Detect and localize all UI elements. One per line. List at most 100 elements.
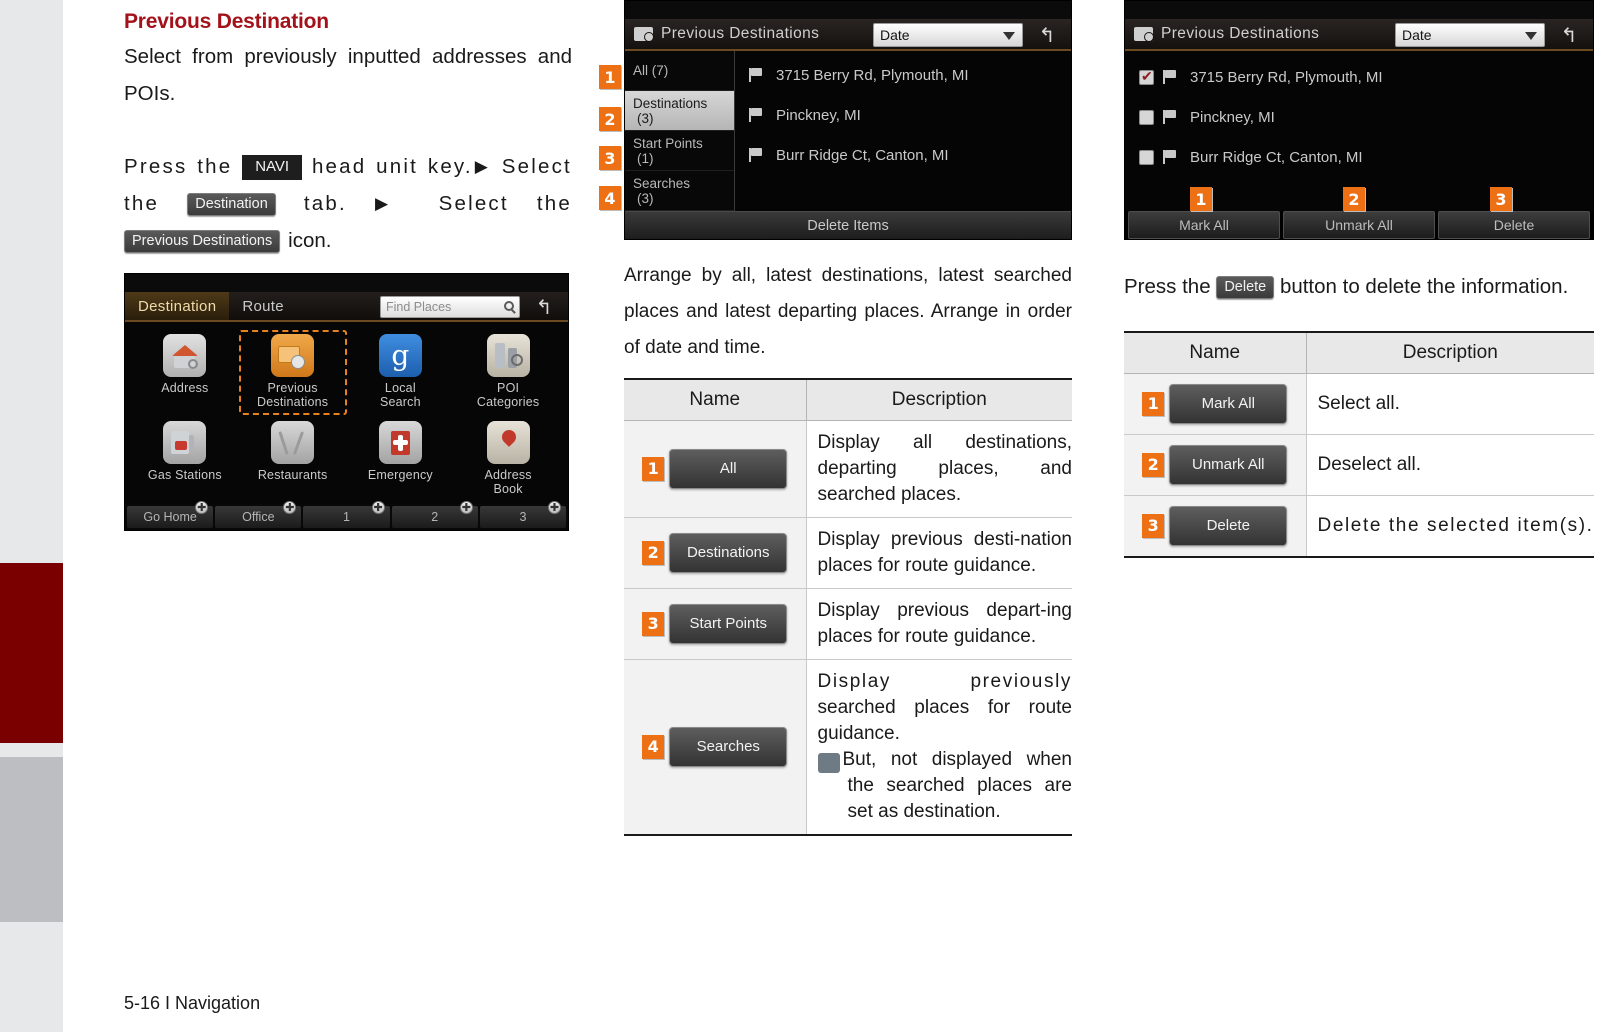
table-header-name: Name: [1124, 332, 1307, 374]
grid-item-poi-categories[interactable]: POI Categories: [454, 330, 562, 415]
right-spec-table: Name Description 1 Mark All Select all. …: [1124, 331, 1594, 558]
mark-all-label: Mark All: [1179, 217, 1229, 233]
shortcut-2[interactable]: 2 ✚: [391, 501, 478, 528]
all-button-chip[interactable]: All: [669, 449, 788, 489]
shortcut-1[interactable]: 1 ✚: [303, 501, 390, 528]
find-places-input[interactable]: Find Places: [380, 296, 520, 318]
house-icon: [163, 334, 207, 377]
grid-item-emergency[interactable]: Emergency: [347, 417, 455, 502]
list-item[interactable]: 3715 Berry Rd, Plymouth, MI: [735, 55, 1071, 95]
left-column: Previous Destination Select from previou…: [124, 0, 572, 531]
category-all-line1: All (7): [633, 63, 669, 78]
destinations-button-chip[interactable]: Destinations: [669, 533, 788, 573]
grid-item-gas-stations[interactable]: Gas Stations: [131, 417, 239, 502]
google-g-icon: g: [378, 334, 422, 377]
mark-all-button[interactable]: Mark All: [1128, 211, 1280, 239]
table-header-name: Name: [624, 379, 807, 421]
right-paragraph-post: button to delete the information.: [1279, 275, 1569, 298]
table-cell-description: Deselect all.: [1306, 434, 1594, 496]
unmark-all-button-chip[interactable]: Unmark All: [1169, 445, 1288, 485]
shortcut-3[interactable]: 3 ✚: [479, 501, 567, 528]
plus-icon-5[interactable]: ✚: [548, 501, 562, 514]
destination-screen-screenshot[interactable]: Destination Route Find Places ↰ Address: [124, 273, 569, 531]
delete-action-bar: Mark All Unmark All Delete: [1125, 211, 1593, 239]
plus-icon-2[interactable]: ✚: [283, 501, 297, 514]
grid-item-previous-destinations[interactable]: Previous Destinations: [238, 330, 347, 415]
checkbox-unchecked[interactable]: [1139, 149, 1154, 165]
delete-items-button[interactable]: Delete Items: [625, 211, 1071, 239]
start-points-button-chip[interactable]: Start Points: [669, 604, 788, 644]
flag-icon: [749, 148, 763, 162]
shortcut-label-1: 1: [343, 510, 350, 524]
mid-spec-table: Name Description 1 All Display all desti…: [624, 378, 1072, 836]
back-icon-right[interactable]: ↰: [1549, 22, 1589, 48]
grid-item-local-search[interactable]: g Local Search: [347, 330, 455, 415]
checkbox-unchecked[interactable]: [1139, 109, 1154, 125]
table-header-row: Name Description: [1124, 332, 1594, 374]
list-item[interactable]: Pinckney, MI: [735, 95, 1071, 135]
mark-all-button-chip[interactable]: Mark All: [1169, 384, 1288, 424]
grid-label-address: Address: [161, 381, 209, 395]
tab-band-gray[interactable]: [0, 757, 63, 922]
category-destinations[interactable]: Destinations (3): [625, 91, 734, 131]
back-icon-mid[interactable]: ↰: [1027, 22, 1067, 48]
arrow-icon-2: ▶: [374, 194, 411, 213]
category-searches-line1: Searches: [633, 175, 691, 191]
shortcut-office[interactable]: Office ✚: [215, 501, 302, 528]
category-all[interactable]: All (7): [625, 51, 734, 91]
previous-destinations-screenshot[interactable]: Previous Destinations Date ↰ All (7) Des…: [624, 0, 1072, 240]
tab-route[interactable]: Route: [229, 292, 297, 320]
category-searches[interactable]: Searches (3): [625, 171, 734, 211]
navi-key-chip[interactable]: NAVI: [242, 155, 303, 180]
find-places-placeholder: Find Places: [386, 300, 452, 314]
table-row: 1 Mark All Select all.: [1124, 373, 1594, 435]
screenshot-status-strip-mid: [625, 1, 1071, 19]
steps-select-the-2: Select the: [438, 192, 572, 215]
table-cell-description: Display previous desti-nation places for…: [806, 517, 1072, 589]
destination-tab-chip[interactable]: Destination: [187, 193, 276, 216]
table-row: 4 Searches Display previously searched p…: [624, 659, 1072, 835]
plus-icon-1[interactable]: ✚: [195, 501, 209, 514]
table-row: 2 Unmark All Deselect all.: [1124, 434, 1594, 496]
searches-desc-line1: Display previously: [817, 671, 1072, 692]
checkbox-checked[interactable]: [1139, 68, 1154, 85]
sort-dropdown-value-right: Date: [1402, 27, 1432, 43]
searches-button-chip[interactable]: Searches: [669, 727, 788, 767]
list-item[interactable]: Burr Ridge Ct, Canton, MI: [1125, 137, 1593, 177]
gas-station-icon: [163, 421, 207, 464]
flag-icon: [749, 108, 763, 122]
list-item[interactable]: Pinckney, MI: [1125, 97, 1593, 137]
shortcut-label-go-home: Go Home: [143, 510, 197, 524]
unmark-all-button[interactable]: Unmark All: [1283, 211, 1435, 239]
list-item[interactable]: Burr Ridge Ct, Canton, MI: [735, 135, 1071, 175]
sort-dropdown-mid[interactable]: Date: [873, 23, 1023, 47]
shortcut-go-home[interactable]: Go Home ✚: [127, 501, 214, 528]
grid-item-address[interactable]: Address: [131, 330, 239, 415]
category-start-points[interactable]: Start Points (1): [625, 131, 734, 171]
grid-item-restaurants[interactable]: Restaurants: [239, 417, 347, 502]
table-row: 2 Destinations Display previous desti-na…: [624, 517, 1072, 589]
list-item-label: 3715 Berry Rd, Plymouth, MI: [1190, 68, 1383, 86]
plus-icon-3[interactable]: ✚: [371, 501, 385, 514]
table-cell-name: 4 Searches: [624, 659, 807, 835]
table-row: 3 Delete Delete the selected item(s).: [1124, 495, 1594, 557]
delete-chip[interactable]: Delete: [1216, 276, 1275, 299]
poi-categories-icon: [486, 334, 530, 377]
previous-destinations-chip[interactable]: Previous Destinations: [124, 230, 281, 253]
tab-destination[interactable]: Destination: [125, 292, 230, 320]
sort-dropdown-right[interactable]: Date: [1395, 23, 1545, 47]
destination-list-mid: 3715 Berry Rd, Plymouth, MI Pinckney, MI…: [735, 51, 1071, 211]
previous-destinations-header-icon-right: [1134, 27, 1154, 42]
list-item[interactable]: 3715 Berry Rd, Plymouth, MI: [1125, 57, 1593, 97]
back-icon[interactable]: ↰: [524, 294, 564, 320]
plus-icon-4[interactable]: ✚: [459, 501, 473, 514]
delete-button[interactable]: Delete: [1438, 211, 1590, 239]
grid-item-address-book[interactable]: Address Book: [454, 417, 562, 502]
table-header-description: Description: [1306, 332, 1594, 374]
tab-band-dark-red[interactable]: [0, 563, 63, 743]
previous-destinations-delete-screenshot[interactable]: Previous Destinations Date ↰ 3715 Berry …: [1124, 0, 1594, 240]
right-paragraph-pre: Press the: [1124, 275, 1211, 298]
shortcut-label-office: Office: [242, 510, 275, 524]
steps-press-the: Press the: [124, 155, 233, 178]
delete-button-chip[interactable]: Delete: [1169, 506, 1288, 546]
